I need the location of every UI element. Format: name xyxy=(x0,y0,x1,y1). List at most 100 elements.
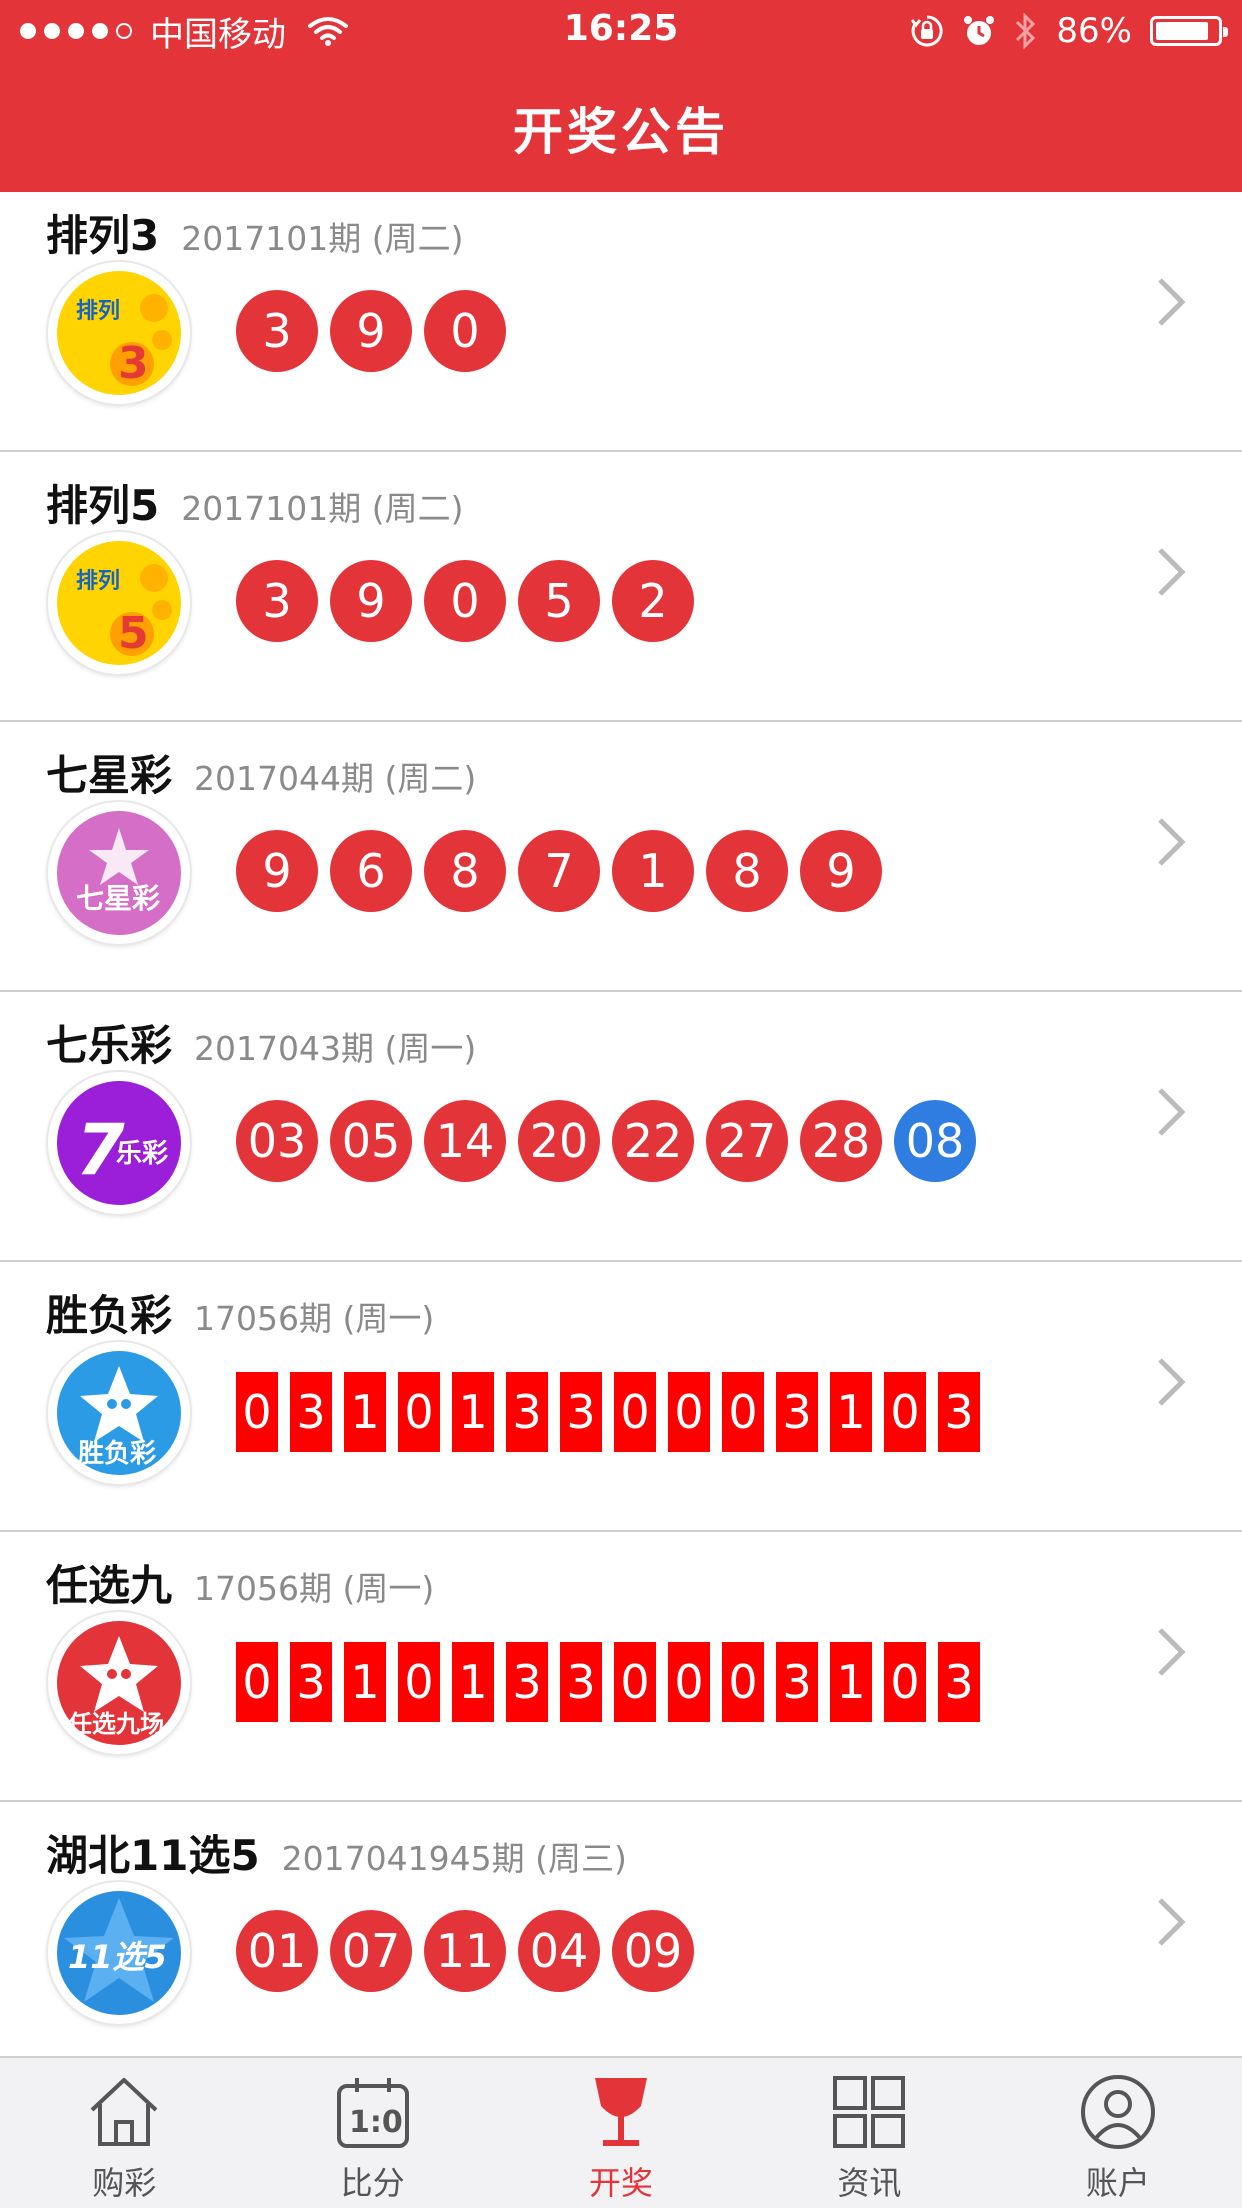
number-ball: 11 xyxy=(424,1910,506,1992)
row-title: 七乐彩 2017043期 (周一) xyxy=(46,1012,476,1073)
page-title: 开奖公告 xyxy=(513,103,729,161)
number-ball: 3 xyxy=(236,560,318,642)
tab-score[interactable]: 1:0 比分 xyxy=(248,2058,496,2208)
pailie5-logo-text: 排列 xyxy=(76,569,120,594)
alarm-icon xyxy=(964,16,995,45)
number-ball: 27 xyxy=(706,1100,788,1182)
lottery-row-renxuanjiu[interactable]: 任选九 17056期 (周一) 任选九场 03101330003103 xyxy=(0,1532,1242,1802)
number-ball: 28 xyxy=(800,1100,882,1182)
chevron-right-icon[interactable] xyxy=(1152,272,1192,332)
trophy-icon xyxy=(595,2078,648,2146)
number-ball: 9 xyxy=(330,560,412,642)
tab-label: 开奖 xyxy=(589,2164,654,2202)
number-ball: 03 xyxy=(236,1100,318,1182)
lottery-row-shengfucai[interactable]: 胜负彩 17056期 (周一) 胜负彩 03101330003103 xyxy=(0,1262,1242,1532)
battery-percent: 86% xyxy=(1056,11,1132,51)
user-icon xyxy=(1080,2075,1155,2149)
number-ball: 9 xyxy=(330,290,412,372)
result-digit: 3 xyxy=(506,1642,548,1722)
orientation-lock-icon xyxy=(911,15,944,47)
number-ball: 2 xyxy=(612,560,694,642)
row-title: 湖北11选5 2017041945期 (周三) xyxy=(46,1822,627,1883)
result-digit: 3 xyxy=(938,1642,980,1722)
grid-icon xyxy=(833,2076,906,2148)
result-digit: 0 xyxy=(398,1372,440,1452)
result-digit: 0 xyxy=(398,1642,440,1722)
result-digit: 1 xyxy=(830,1372,872,1452)
number-ball: 1 xyxy=(612,830,694,912)
chevron-right-icon[interactable] xyxy=(1152,1082,1192,1142)
renxuanjiu-logo-text: 任选九场 xyxy=(67,1710,164,1738)
result-digit: 1 xyxy=(830,1642,872,1722)
number-ball: 6 xyxy=(330,830,412,912)
winning-numbers: 01 07 11 04 09 xyxy=(236,1910,694,1992)
lottery-issue: 2017041945期 (周三) xyxy=(281,1839,627,1878)
shengfucai-logo-text: 胜负彩 xyxy=(78,1439,156,1469)
lottery-issue: 2017043期 (周一) xyxy=(194,1029,477,1068)
tab-label: 账户 xyxy=(1085,2164,1150,2202)
lottery-issue: 17056期 (周一) xyxy=(194,1569,435,1608)
chevron-right-icon[interactable] xyxy=(1152,542,1192,602)
number-ball: 07 xyxy=(330,1910,412,1992)
home-icon xyxy=(90,2078,158,2146)
hubei11x5-logo-text: 11选5 xyxy=(68,1938,167,1976)
chevron-right-icon[interactable] xyxy=(1152,1892,1192,1952)
tab-account[interactable]: 账户 xyxy=(994,2058,1242,2208)
result-digit: 0 xyxy=(668,1372,710,1452)
svg-text:1:0: 1:0 xyxy=(349,2105,403,2140)
special-number-ball: 08 xyxy=(894,1100,976,1182)
result-digit: 0 xyxy=(614,1372,656,1452)
result-digit: 3 xyxy=(560,1642,602,1722)
tab-news[interactable]: 资讯 xyxy=(745,2058,993,2208)
lottery-row-hubei11x5[interactable]: 湖北11选5 2017041945期 (周三) 11选5 01 07 11 04 09 xyxy=(0,1802,1242,2056)
number-ball: 14 xyxy=(424,1100,506,1182)
match-results: 03101330003103 xyxy=(236,1642,980,1722)
number-ball: 20 xyxy=(518,1100,600,1182)
shengfucai-logo-icon: 胜负彩 xyxy=(48,1342,190,1484)
lottery-row-qixingcai[interactable]: 七星彩 2017044期 (周二) 七星彩 9687189 xyxy=(0,722,1242,992)
result-digit: 0 xyxy=(614,1642,656,1722)
pailie3-logo-digit: 3 xyxy=(118,338,149,389)
result-digit: 3 xyxy=(506,1372,548,1452)
result-digit: 1 xyxy=(344,1372,386,1452)
lottery-row-pailie3[interactable]: 排列3 2017101期 (周二) 排列 3 390 xyxy=(0,192,1242,452)
lottery-issue: 2017101期 (周二) xyxy=(181,489,464,528)
lottery-issue: 2017044期 (周二) xyxy=(194,759,477,798)
result-digit: 0 xyxy=(884,1642,926,1722)
renxuanjiu-logo-icon: 任选九场 xyxy=(48,1612,190,1754)
number-ball: 8 xyxy=(424,830,506,912)
number-ball: 09 xyxy=(612,1910,694,1992)
result-digit: 0 xyxy=(236,1372,278,1452)
chevron-right-icon[interactable] xyxy=(1152,1622,1192,1682)
row-title: 任选九 17056期 (周一) xyxy=(46,1552,434,1613)
number-ball: 9 xyxy=(800,830,882,912)
lottery-row-qilecai[interactable]: 七乐彩 2017043期 (周一) 7 乐彩 03 05 14 20 22 27 28 08 xyxy=(0,992,1242,1262)
result-digit: 1 xyxy=(452,1372,494,1452)
pailie5-logo-icon: 排列 5 xyxy=(48,532,190,674)
result-digit: 0 xyxy=(236,1642,278,1722)
lottery-issue: 2017101期 (周二) xyxy=(181,219,464,258)
result-digit: 3 xyxy=(560,1372,602,1452)
number-ball: 05 xyxy=(330,1100,412,1182)
result-digit: 0 xyxy=(722,1372,764,1452)
lottery-name: 七乐彩 xyxy=(46,1021,173,1070)
number-ball: 0 xyxy=(424,290,506,372)
lottery-row-pailie5[interactable]: 排列5 2017101期 (周二) 排列 5 39052 xyxy=(0,452,1242,722)
chevron-right-icon[interactable] xyxy=(1152,812,1192,872)
lottery-name: 七星彩 xyxy=(46,751,173,800)
row-title: 排列5 2017101期 (周二) xyxy=(46,472,463,533)
result-digit: 3 xyxy=(290,1642,332,1722)
row-title: 排列3 2017101期 (周二) xyxy=(46,202,463,263)
result-digit: 3 xyxy=(776,1642,818,1722)
winning-numbers: 39052 xyxy=(236,560,694,642)
lottery-name: 湖北11选5 xyxy=(46,1831,260,1880)
battery-level xyxy=(1156,22,1208,40)
lottery-name: 胜负彩 xyxy=(46,1291,173,1340)
number-ball: 9 xyxy=(236,830,318,912)
chevron-right-icon[interactable] xyxy=(1152,1352,1192,1412)
tab-buy[interactable]: 购彩 xyxy=(0,2058,248,2208)
tab-draw[interactable]: 开奖 xyxy=(497,2058,745,2208)
number-ball: 22 xyxy=(612,1100,694,1182)
number-ball: 5 xyxy=(518,560,600,642)
lottery-name: 任选九 xyxy=(46,1561,173,1610)
